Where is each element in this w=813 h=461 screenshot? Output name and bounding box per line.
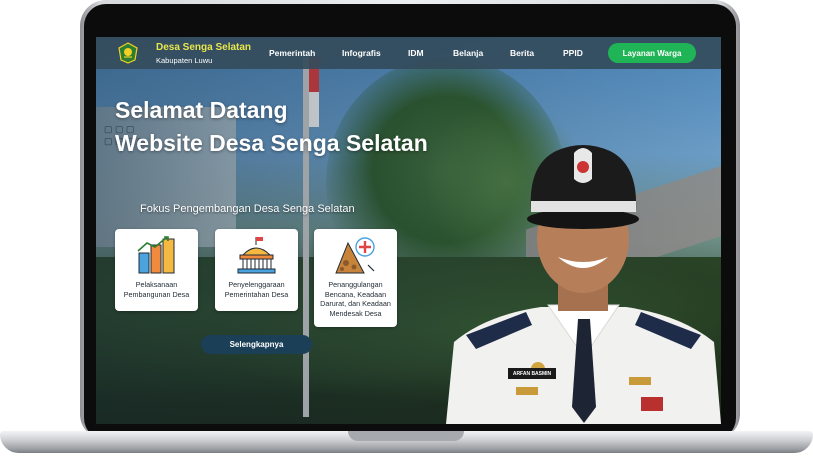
nav-item-berita[interactable]: Berita <box>510 48 534 58</box>
website-screen: ▢ ▢ ▢▢ ▢ ▢ ▢ Desa Senga Selatan Kabupate… <box>96 37 721 424</box>
hero-heading-line2: Website Desa Senga Selatan <box>115 130 428 156</box>
focus-card-label: Penanggulangan Bencana, Keadaan Darurat,… <box>320 280 391 318</box>
disaster-landslide-icon <box>335 237 375 274</box>
focus-section-title: Fokus Pengembangan Desa Senga Selatan <box>140 203 355 215</box>
nav-item-ppid[interactable]: PPID <box>563 48 583 58</box>
layanan-warga-button[interactable]: Layanan Warga <box>608 43 696 63</box>
focus-card-pembangunan[interactable]: Pelaksanaan Pembangunan Desa <box>115 229 198 311</box>
brand-title[interactable]: Desa Senga Selatan <box>156 42 251 53</box>
focus-card-bencana[interactable]: Penanggulangan Bencana, Keadaan Darurat,… <box>314 229 397 327</box>
uniform-nameplate: ARFAN BASMIN <box>508 368 556 379</box>
nav-item-infografis[interactable]: Infografis <box>342 48 381 58</box>
laptop-notch <box>348 431 464 441</box>
focus-card-label: Penyelenggaraan Pemerintahan Desa <box>224 280 289 299</box>
focus-card-pemerintahan[interactable]: Penyelenggaraan Pemerintahan Desa <box>215 229 298 311</box>
selengkapnya-button[interactable]: Selengkapnya <box>201 335 312 354</box>
nav-item-pemerintah[interactable]: Pemerintah <box>269 48 315 58</box>
brand-subtitle: Kabupaten Luwu <box>156 56 213 65</box>
nav-item-idm[interactable]: IDM <box>408 48 424 58</box>
village-emblem-icon[interactable] <box>118 42 138 64</box>
top-navbar: Desa Senga Selatan Kabupaten Luwu Pemeri… <box>96 37 721 69</box>
village-head-portrait <box>446 145 721 424</box>
focus-card-label: Pelaksanaan Pembangunan Desa <box>123 280 190 299</box>
hero-heading-line1: Selamat Datang <box>115 97 288 123</box>
nav-item-belanja[interactable]: Belanja <box>453 48 483 58</box>
city-buildings-icon <box>137 236 175 274</box>
government-building-icon <box>237 237 276 274</box>
